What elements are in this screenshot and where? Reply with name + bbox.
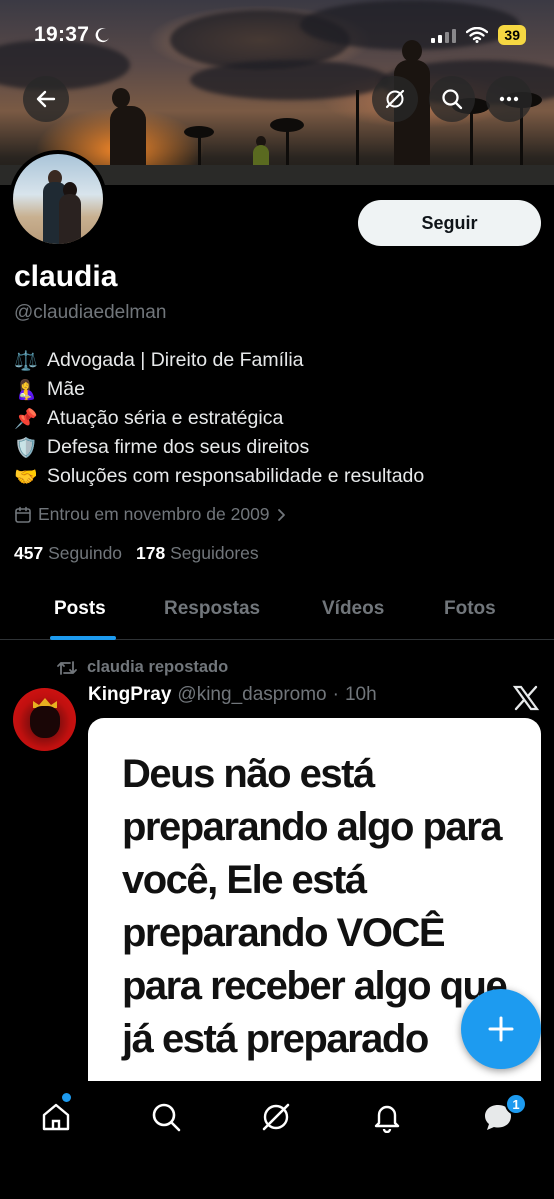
tab-videos[interactable]: Vídeos [322,598,384,620]
bio-text: Defesa firme dos seus direitos [47,436,310,458]
post-separator: · [332,684,339,705]
repost-context[interactable]: claudia repostado [56,658,228,677]
handshake-emoji: 🤝 [14,466,38,488]
followers-link[interactable]: 178 Seguidores [136,543,259,564]
more-button[interactable] [486,76,532,122]
followers-count: 178 [136,543,166,563]
grok-button[interactable] [372,76,418,122]
bio-line: 📌 Atuação séria e estratégica [14,404,544,433]
joined-date[interactable]: Entrou em novembro de 2009 [14,504,288,525]
post-author-avatar[interactable] [13,688,76,751]
more-icon [499,96,519,102]
chevron-right-icon [277,508,285,521]
status-time: 19:37 [34,23,90,46]
post-author-handle[interactable]: @king_daspromo [177,684,326,706]
profile-tabs: Posts Respostas Vídeos Fotos [0,582,554,640]
notifications-icon [374,1105,400,1133]
bottom-navigation: 1 [0,1081,554,1199]
display-name: claudia [14,260,118,293]
bio-text: Advogada | Direito de Família [47,349,304,371]
plus-icon [488,1016,514,1042]
back-button[interactable] [23,76,69,122]
mother-emoji: 🤱 [14,379,38,401]
bio-line: 🤱 Mãe [14,375,544,404]
nav-home[interactable] [36,1097,76,1137]
moon-icon [95,28,110,43]
nav-explore[interactable] [146,1097,186,1137]
following-label: Seguindo [48,543,123,563]
following-link[interactable]: 457 Seguindo [14,543,122,564]
bio-text: Atuação séria e estratégica [47,407,284,429]
nav-notifications[interactable] [367,1097,407,1137]
post-time: 10h [344,684,377,705]
following-count: 457 [14,543,44,563]
cellular-signal-icon [431,27,457,43]
followers-label: Seguidores [170,543,259,563]
repost-label: claudia repostado [87,658,229,676]
bio-line: 🛡️ Defesa firme dos seus direitos [14,433,544,462]
tab-posts[interactable]: Posts [54,598,106,620]
profile-avatar[interactable] [9,150,107,248]
battery-indicator: 39 [498,25,526,45]
grok-icon [262,1103,290,1131]
tab-photos[interactable]: Fotos [444,598,496,620]
explore-icon [152,1103,181,1132]
follow-counts: 457 Seguindo 178 Seguidores [14,543,259,564]
post-header: KingPray @king_daspromo · 10h [88,684,377,706]
tab-replies[interactable]: Respostas [164,598,260,620]
bio-line: 🤝 Soluções com responsabilidade e resulta… [14,462,544,491]
calendar-icon [15,506,31,523]
search-icon [442,89,463,110]
profile-bio: ⚖️ Advogada | Direito de Família 🤱 Mãe 📌 At… [14,346,544,491]
grok-icon [385,89,405,109]
x-logo-icon [512,685,540,711]
shield-emoji: 🛡️ [14,437,38,459]
home-icon [42,1103,70,1131]
scales-emoji: ⚖️ [14,350,38,372]
follow-button[interactable]: Seguir [358,200,541,246]
status-bar: 19:37 39 [0,0,554,70]
profile-handle: @claudiaedelman [14,302,167,323]
bio-text: Soluções com responsabilidade e resultad… [47,465,425,487]
back-icon [36,90,56,108]
repost-icon [57,660,77,675]
bio-text: Mãe [47,378,85,400]
bio-line: ⚖️ Advogada | Direito de Família [14,346,544,375]
post-author-name[interactable]: KingPray [88,684,171,706]
wifi-icon [466,27,489,43]
compose-button[interactable] [461,989,541,1069]
nav-grok[interactable] [256,1097,296,1137]
search-button[interactable] [429,76,475,122]
messages-badge: 1 [505,1093,527,1115]
profile-screen: 19:37 39 Seguir claudia @claudiaedelman … [0,0,554,1199]
active-tab-indicator [50,636,116,640]
joined-text: Entrou em novembro de 2009 [38,504,270,524]
pushpin-emoji: 📌 [14,408,38,430]
home-notification-dot [62,1093,71,1102]
